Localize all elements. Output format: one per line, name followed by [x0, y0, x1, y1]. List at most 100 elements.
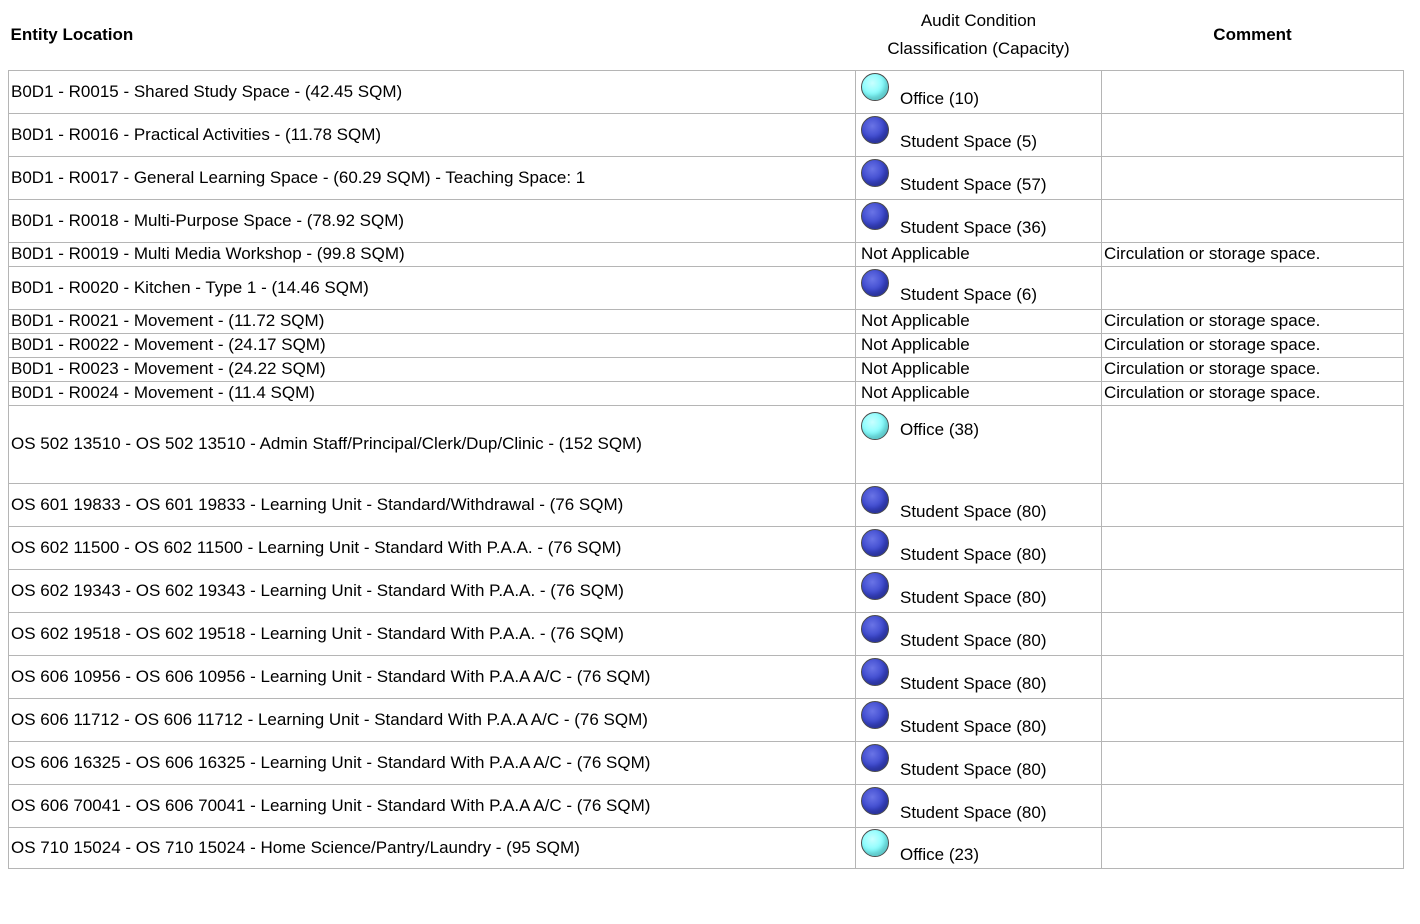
classification-label: Student Space (80): [900, 501, 1047, 521]
classification-label: Student Space (5): [900, 131, 1038, 151]
comment-cell: Circulation or storage space.: [1101, 356, 1404, 382]
table-row: OS 601 19833 - OS 601 19833 - Learning U…: [8, 482, 1404, 527]
classification-group: Office (23): [861, 828, 1099, 865]
student-space-status-icon: [861, 700, 889, 729]
comment-cell: [1101, 198, 1404, 243]
comment-cell: [1101, 482, 1404, 527]
header-row: Entity Location Audit Condition Classifi…: [9, 0, 1404, 70]
classification-label: Not Applicable: [861, 359, 970, 378]
column-header-classification: Audit Condition Classification (Capacity…: [856, 0, 1102, 70]
classification-label: Student Space (80): [900, 673, 1047, 693]
classification-cell: Not Applicable: [855, 241, 1102, 267]
classification-label: Not Applicable: [861, 335, 970, 354]
entity-location-cell: B0D1 - R0017 - General Learning Space - …: [8, 155, 856, 200]
column-header-comment: Comment: [1213, 24, 1292, 44]
comment-cell: [1101, 69, 1404, 114]
classification-cell: Office (38): [855, 404, 1102, 484]
student-space-status-icon: [861, 115, 889, 144]
student-space-status-icon: [861, 743, 889, 772]
classification-cell: Student Space (80): [855, 611, 1102, 656]
comment-cell: Circulation or storage space.: [1101, 332, 1404, 358]
classification-group: Student Space (80): [861, 485, 1099, 522]
entity-location-cell: OS 602 11500 - OS 602 11500 - Learning U…: [8, 525, 856, 570]
entity-location-cell: OS 606 70041 - OS 606 70041 - Learning U…: [8, 783, 856, 828]
comment-cell: Circulation or storage space.: [1101, 380, 1404, 406]
classification-group: Student Space (80): [861, 657, 1099, 694]
classification-cell: Student Space (5): [855, 112, 1102, 157]
entity-location-cell: B0D1 - R0020 - Kitchen - Type 1 - (14.46…: [8, 265, 856, 310]
entity-location-cell: OS 606 10956 - OS 606 10956 - Learning U…: [8, 654, 856, 699]
entity-location-cell: B0D1 - R0023 - Movement - (24.22 SQM): [8, 356, 856, 382]
classification-label: Office (38): [900, 419, 980, 439]
classification-cell: Office (10): [855, 69, 1102, 114]
audit-report: Entity Location Audit Condition Classifi…: [8, 0, 1404, 869]
entity-location-cell: OS 606 16325 - OS 606 16325 - Learning U…: [8, 740, 856, 785]
table-row: OS 602 11500 - OS 602 11500 - Learning U…: [8, 525, 1404, 570]
comment-cell: [1101, 568, 1404, 613]
entity-location-cell: OS 601 19833 - OS 601 19833 - Learning U…: [8, 482, 856, 527]
classification-cell: Student Space (80): [855, 697, 1102, 742]
classification-cell: Office (23): [855, 826, 1102, 869]
classification-cell: Student Space (80): [855, 740, 1102, 785]
entity-location-cell: B0D1 - R0016 - Practical Activities - (1…: [8, 112, 856, 157]
table-row: B0D1 - R0024 - Movement - (11.4 SQM) Not …: [8, 380, 1404, 406]
entity-location-cell: OS 502 13510 - OS 502 13510 - Admin Staf…: [8, 404, 856, 484]
entity-location-cell: OS 606 11712 - OS 606 11712 - Learning U…: [8, 697, 856, 742]
classification-group: Student Space (80): [861, 571, 1099, 608]
classification-label: Not Applicable: [861, 244, 970, 263]
table-body: B0D1 - R0015 - Shared Study Space - (42.…: [8, 69, 1404, 869]
table-row: B0D1 - R0021 - Movement - (11.72 SQM) Not…: [8, 308, 1404, 334]
table-row: B0D1 - R0018 - Multi-Purpose Space - (78…: [8, 198, 1404, 243]
comment-cell: Circulation or storage space.: [1101, 308, 1404, 334]
classification-label: Student Space (80): [900, 544, 1047, 564]
classification-group: Student Space (36): [861, 201, 1099, 238]
entity-location-cell: B0D1 - R0021 - Movement - (11.72 SQM): [8, 308, 856, 334]
table-row: OS 602 19343 - OS 602 19343 - Learning U…: [8, 568, 1404, 613]
table-row: OS 502 13510 - OS 502 13510 - Admin Staf…: [8, 404, 1404, 484]
table-row: OS 606 10956 - OS 606 10956 - Learning U…: [8, 654, 1404, 699]
student-space-status-icon: [861, 571, 889, 600]
table-header: Entity Location Audit Condition Classifi…: [9, 0, 1404, 70]
classification-group: Office (38): [861, 411, 1099, 440]
classification-cell: Student Space (80): [855, 568, 1102, 613]
classification-header-line2: Classification (Capacity): [887, 38, 1070, 58]
entity-location-cell: B0D1 - R0024 - Movement - (11.4 SQM): [8, 380, 856, 406]
comment-cell: [1101, 525, 1404, 570]
classification-group: Student Space (6): [861, 268, 1099, 305]
classification-group: Student Space (80): [861, 700, 1099, 737]
table-row: OS 606 11712 - OS 606 11712 - Learning U…: [8, 697, 1404, 742]
classification-group: Student Space (57): [861, 158, 1099, 195]
classification-cell: Not Applicable: [855, 332, 1102, 358]
classification-group: Office (10): [861, 72, 1099, 109]
student-space-status-icon: [861, 268, 889, 297]
comment-cell: [1101, 112, 1404, 157]
classification-cell: Not Applicable: [855, 308, 1102, 334]
entity-location-cell: B0D1 - R0022 - Movement - (24.17 SQM): [8, 332, 856, 358]
classification-label: Student Space (80): [900, 802, 1047, 822]
table-row: B0D1 - R0015 - Shared Study Space - (42.…: [8, 69, 1404, 114]
classification-cell: Student Space (6): [855, 265, 1102, 310]
entity-location-cell: B0D1 - R0019 - Multi Media Workshop - (9…: [8, 241, 856, 267]
classification-group: Student Space (80): [861, 528, 1099, 565]
classification-cell: Student Space (80): [855, 482, 1102, 527]
classification-label: Student Space (80): [900, 759, 1047, 779]
table-row: OS 710 15024 - OS 710 15024 - Home Scien…: [8, 826, 1404, 869]
comment-cell: [1101, 265, 1404, 310]
comment-cell: [1101, 826, 1404, 869]
classification-group: Student Space (5): [861, 115, 1099, 152]
student-space-status-icon: [861, 657, 889, 686]
entity-location-cell: B0D1 - R0015 - Shared Study Space - (42.…: [8, 69, 856, 114]
table-row: B0D1 - R0017 - General Learning Space - …: [8, 155, 1404, 200]
classification-cell: Student Space (80): [855, 654, 1102, 699]
classification-label: Student Space (36): [900, 217, 1047, 237]
office-status-icon: [861, 828, 889, 857]
classification-label: Student Space (6): [900, 284, 1038, 304]
comment-cell: [1101, 740, 1404, 785]
classification-label: Student Space (57): [900, 174, 1047, 194]
column-header-location: Entity Location: [10, 24, 134, 44]
student-space-status-icon: [861, 528, 889, 557]
table-row: B0D1 - R0019 - Multi Media Workshop - (9…: [8, 241, 1404, 267]
student-space-status-icon: [861, 158, 889, 187]
comment-cell: [1101, 611, 1404, 656]
entity-location-cell: OS 602 19518 - OS 602 19518 - Learning U…: [8, 611, 856, 656]
